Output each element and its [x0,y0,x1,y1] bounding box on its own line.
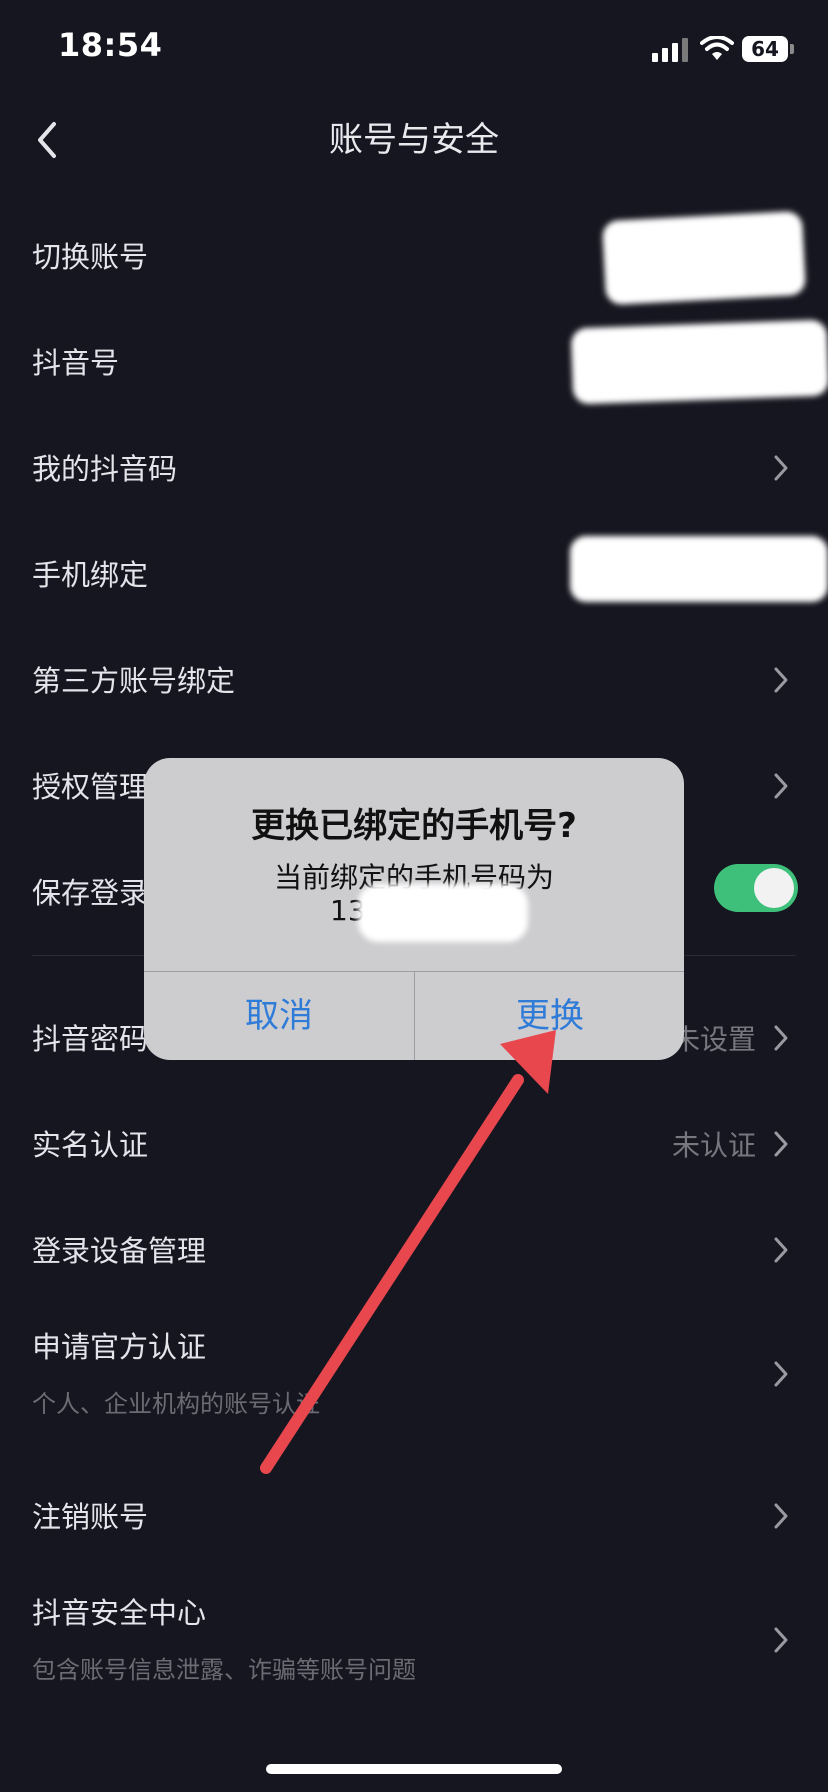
row-device-management[interactable]: 登录设备管理 [0,1216,828,1296]
change-button[interactable]: 更换 [415,972,684,1060]
row-label: 手机绑定 [32,558,149,592]
row-value: 未认证 [671,1129,756,1162]
chevron-right-icon [774,773,788,799]
row-official-verification[interactable]: 申请官方认证 个人、企业机构的账号认证 [0,1310,828,1440]
cellular-signal-icon [652,38,688,62]
cancel-button[interactable]: 取消 [144,972,414,1060]
row-my-qrcode[interactable]: 我的抖音码 [0,434,828,514]
toggle-knob [754,868,794,908]
row-subtitle: 包含账号信息泄露、诈骗等账号问题 [32,1656,416,1684]
redacted-area [601,210,807,306]
row-value: 未设置 [671,1023,756,1056]
row-label: 授权管理 [32,770,149,804]
chevron-right-icon [774,1503,788,1529]
row-security-center[interactable]: 抖音安全中心 包含账号信息泄露、诈骗等账号问题 [0,1576,828,1706]
chevron-right-icon [774,1237,788,1263]
row-label: 抖音密码 [32,1022,149,1056]
row-real-name[interactable]: 实名认证 未认证 [0,1110,828,1190]
redacted-area [570,319,828,405]
row-label: 登录设备管理 [32,1234,207,1268]
row-third-party-binding[interactable]: 第三方账号绑定 [0,646,828,726]
change-phone-dialog: 更换已绑定的手机号? 当前绑定的手机号码为 13 取消 更换 [144,758,684,1060]
save-login-toggle[interactable] [714,864,798,912]
chevron-right-icon [774,1131,788,1157]
row-label: 第三方账号绑定 [32,664,236,698]
row-label: 注销账号 [32,1500,149,1534]
row-subtitle: 个人、企业机构的账号认证 [32,1390,320,1418]
row-label: 实名认证 [32,1128,149,1162]
home-indicator[interactable] [266,1764,562,1774]
redacted-area [358,884,528,942]
row-label: 抖音安全中心 [32,1596,207,1630]
row-label: 申请官方认证 [32,1330,207,1364]
dialog-title: 更换已绑定的手机号? [251,806,577,846]
battery-tip [790,44,794,54]
chevron-right-icon [774,455,788,481]
chevron-right-icon [774,1025,788,1051]
status-time: 18:54 [58,26,163,64]
row-label: 保存登录 [32,876,149,910]
status-bar: 18:54 64 [0,0,828,100]
row-label: 我的抖音码 [32,452,178,486]
row-cancel-account[interactable]: 注销账号 [0,1482,828,1562]
battery-icon: 64 [742,36,788,62]
account-security-screen: 18:54 64 账号与安全 切换账号 抖音号 我的抖音码 手机绑定 第三方账号… [0,0,828,1792]
page-title: 账号与安全 [329,120,499,160]
redacted-area [570,536,828,602]
row-label: 切换账号 [32,240,149,274]
wifi-icon [700,36,734,60]
chevron-right-icon [774,667,788,693]
chevron-right-icon [774,1627,788,1653]
chevron-right-icon [774,1361,788,1387]
row-label: 抖音号 [32,346,120,380]
